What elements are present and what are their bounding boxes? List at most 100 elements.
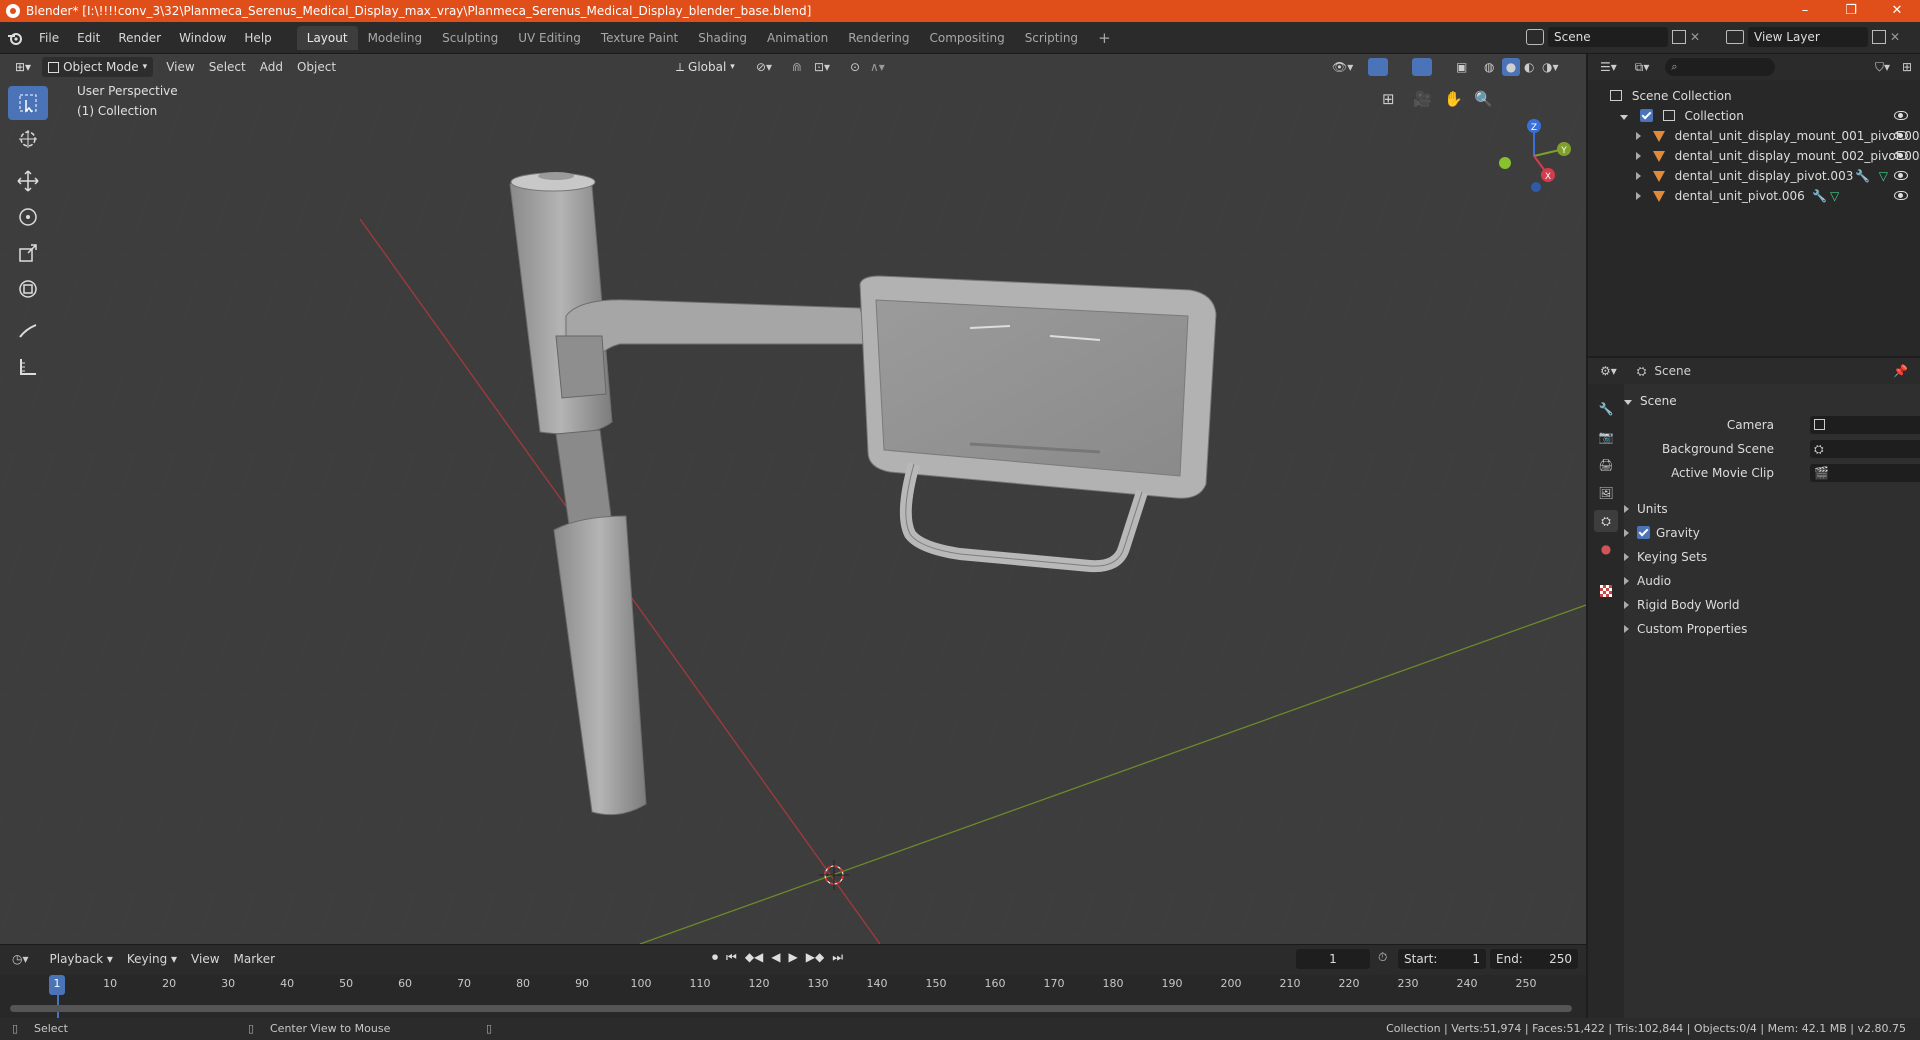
- outliner-editor-type-icon[interactable]: ☰▾: [1600, 60, 1617, 74]
- tab-rendering[interactable]: Rendering: [838, 26, 919, 50]
- eye-icon[interactable]: [1894, 111, 1908, 120]
- audio-section[interactable]: Audio: [1624, 570, 1671, 592]
- menu-edit[interactable]: Edit: [68, 26, 109, 50]
- gravity-checkbox[interactable]: [1637, 526, 1650, 539]
- tab-texture[interactable]: [1594, 580, 1618, 602]
- menu-view[interactable]: View: [159, 57, 201, 77]
- playback-menu[interactable]: Playback ▾: [43, 949, 120, 969]
- annotate-tool[interactable]: [8, 314, 48, 348]
- timeline-view-menu[interactable]: View: [184, 949, 226, 969]
- editor-type-icon[interactable]: ⊞▾: [8, 57, 38, 77]
- scene-collection-row[interactable]: Scene Collection: [1610, 86, 1732, 106]
- falloff-icon[interactable]: ∧▾: [870, 60, 885, 74]
- new-collection-icon[interactable]: ⊞: [1902, 60, 1912, 74]
- end-frame-field[interactable]: End: 250: [1490, 949, 1578, 969]
- background-scene-field[interactable]: ⛭: [1810, 440, 1920, 458]
- viewport-scene[interactable]: Z Y X: [0, 54, 1586, 944]
- move-tool[interactable]: [8, 164, 48, 198]
- overlay-toggle-icon[interactable]: [1412, 58, 1432, 76]
- select-box-tool[interactable]: [8, 86, 48, 120]
- tab-view-layer[interactable]: 🖼: [1594, 482, 1618, 504]
- rendered-shading-icon[interactable]: ◑▾: [1542, 60, 1559, 74]
- scene-field[interactable]: Scene: [1548, 27, 1668, 47]
- camera-field[interactable]: ✎: [1810, 416, 1920, 434]
- add-workspace-button[interactable]: +: [1088, 26, 1121, 50]
- expand-icon[interactable]: [1636, 132, 1641, 140]
- tab-compositing[interactable]: Compositing: [919, 26, 1014, 50]
- mesh-data-icon[interactable]: ▽: [1879, 166, 1888, 186]
- outliner-search-field[interactable]: ⌕: [1665, 58, 1776, 76]
- keying-sets-section[interactable]: Keying Sets: [1624, 546, 1707, 568]
- wireframe-shading-icon[interactable]: ◍: [1484, 60, 1494, 74]
- tab-animation[interactable]: Animation: [757, 26, 838, 50]
- xray-icon[interactable]: ▣: [1456, 60, 1467, 74]
- menu-add[interactable]: Add: [253, 57, 290, 77]
- pin-icon[interactable]: 📌: [1893, 364, 1908, 378]
- transform-tool[interactable]: [8, 272, 48, 306]
- eye-icon[interactable]: [1894, 171, 1908, 180]
- rigid-body-world-section[interactable]: Rigid Body World: [1624, 594, 1740, 616]
- menu-render[interactable]: Render: [109, 26, 170, 50]
- zoom-icon[interactable]: 🔍: [1474, 90, 1493, 108]
- outliner-item[interactable]: dental_unit_display_mount_001_pivot.003: [1636, 126, 1920, 146]
- menu-help[interactable]: Help: [235, 26, 280, 50]
- movie-clip-field[interactable]: 🎬: [1810, 464, 1920, 482]
- tab-render[interactable]: 📷: [1594, 426, 1618, 448]
- timeline-editor-type-icon[interactable]: ◷▾: [12, 952, 29, 966]
- eye-icon[interactable]: [1894, 151, 1908, 160]
- blender-menu-icon[interactable]: [0, 30, 30, 46]
- jump-start-button[interactable]: ⏮: [726, 950, 737, 965]
- transform-orientation-selector[interactable]: ⟂ Global ▾: [670, 57, 741, 77]
- custom-properties-section[interactable]: Custom Properties: [1624, 618, 1747, 640]
- outliner-item[interactable]: dental_unit_display_mount_002_pivot.003: [1636, 146, 1920, 166]
- rotate-tool[interactable]: [8, 200, 48, 234]
- expand-collection-icon[interactable]: [1620, 115, 1628, 120]
- current-frame-field[interactable]: 1: [1296, 949, 1370, 969]
- properties-editor-type-icon[interactable]: ⚙▾: [1600, 364, 1617, 378]
- modifier-wrench-icon[interactable]: 🔧: [1855, 166, 1870, 186]
- visibility-icon[interactable]: 👁▾: [1332, 60, 1353, 74]
- play-reverse-button[interactable]: ◀: [771, 950, 780, 965]
- units-section[interactable]: Units: [1624, 498, 1668, 520]
- new-view-layer-icon[interactable]: [1872, 30, 1886, 44]
- tab-scripting[interactable]: Scripting: [1015, 26, 1088, 50]
- tab-sculpting[interactable]: Sculpting: [432, 26, 508, 50]
- tab-shading[interactable]: Shading: [688, 26, 757, 50]
- snap-icon[interactable]: ⋒: [792, 60, 802, 74]
- measure-tool[interactable]: [8, 350, 48, 384]
- tab-texture-paint[interactable]: Texture Paint: [591, 26, 688, 50]
- gizmo-toggle-icon[interactable]: [1368, 58, 1388, 76]
- collection-checkbox[interactable]: [1639, 109, 1653, 122]
- collection-row[interactable]: Collection: [1616, 106, 1920, 126]
- maximize-button[interactable]: ❐: [1828, 0, 1874, 22]
- menu-window[interactable]: Window: [170, 26, 235, 50]
- view-layer-icon[interactable]: [1726, 30, 1744, 44]
- scale-tool[interactable]: [8, 236, 48, 270]
- eye-icon[interactable]: [1894, 191, 1908, 200]
- snap-target-icon[interactable]: ⊡▾: [814, 60, 830, 74]
- solid-shading-icon[interactable]: ●: [1502, 58, 1520, 76]
- stopwatch-icon[interactable]: ⏱: [1378, 950, 1387, 965]
- keying-menu[interactable]: Keying ▾: [120, 949, 184, 969]
- outliner-item[interactable]: dental_unit_display_pivot.003 🔧 ▽: [1636, 166, 1920, 186]
- play-button[interactable]: ▶: [789, 950, 798, 965]
- marker-menu[interactable]: Marker: [227, 949, 282, 969]
- proportional-edit-icon[interactable]: ⊙: [850, 60, 860, 74]
- modifier-wrench-icon[interactable]: 🔧: [1812, 186, 1827, 206]
- material-shading-icon[interactable]: ◐: [1524, 60, 1534, 74]
- filter-icon[interactable]: ⛉▾: [1875, 60, 1890, 75]
- timeline-scrollbar[interactable]: [10, 1005, 1572, 1012]
- menu-select[interactable]: Select: [202, 57, 253, 77]
- display-mode-icon[interactable]: ⧉▾: [1635, 60, 1650, 75]
- grid-view-icon[interactable]: ⊞: [1382, 90, 1395, 108]
- jump-keyframe-back-button[interactable]: ◆◀: [745, 950, 763, 965]
- remove-scene-icon[interactable]: ✕: [1690, 30, 1700, 44]
- mesh-data-icon[interactable]: ▽: [1830, 186, 1839, 206]
- outliner-item[interactable]: dental_unit_pivot.006 🔧 ▽: [1636, 186, 1920, 206]
- 3d-viewport[interactable]: Z Y X ⊞▾ Object Mode ▾ View Select Add O…: [0, 54, 1586, 944]
- view-layer-field[interactable]: View Layer: [1748, 27, 1868, 47]
- gravity-section[interactable]: Gravity: [1624, 522, 1700, 544]
- expand-icon[interactable]: [1636, 192, 1641, 200]
- start-frame-field[interactable]: Start: 1: [1398, 949, 1486, 969]
- minimize-button[interactable]: –: [1782, 0, 1828, 22]
